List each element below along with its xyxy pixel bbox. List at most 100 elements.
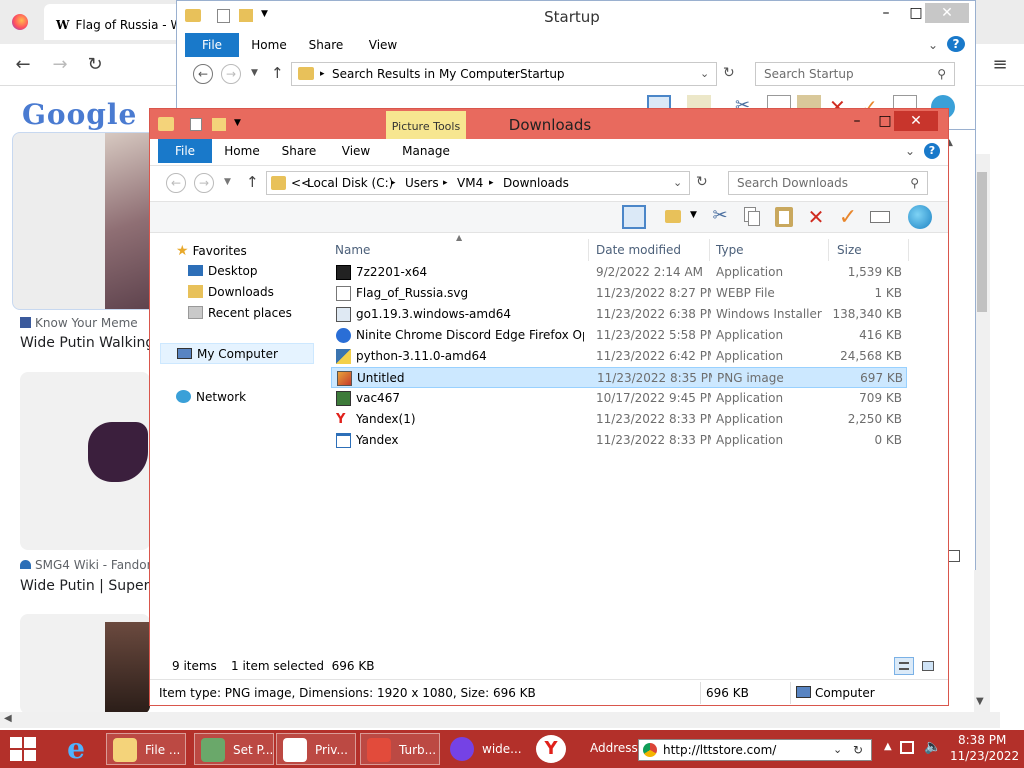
tab-share[interactable]: Share bbox=[274, 139, 324, 163]
tab-file[interactable]: File bbox=[185, 33, 239, 57]
result-title[interactable]: Wide Putin | SuperM bbox=[20, 578, 161, 594]
image-result-card[interactable] bbox=[20, 372, 150, 550]
paste-icon[interactable] bbox=[772, 205, 796, 229]
close-button[interactable]: ✕ bbox=[894, 111, 938, 131]
file-row[interactable]: go1.19.3.windows-amd64 11/23/2022 6:38 PM… bbox=[331, 304, 907, 325]
back-icon[interactable]: ← bbox=[8, 50, 38, 80]
menu-icon[interactable]: ≡ bbox=[985, 50, 1015, 80]
nav-item-my-computer[interactable]: My Computer bbox=[160, 343, 314, 364]
startup-search-input[interactable]: Search Startup ⚲ bbox=[755, 62, 955, 86]
up-icon[interactable]: ↑ bbox=[246, 173, 259, 191]
scroll-down-icon[interactable]: ▼ bbox=[976, 696, 984, 707]
downloads-titlebar[interactable]: ▼ Picture Tools Downloads – □ ✕ bbox=[150, 109, 948, 141]
copy-icon[interactable] bbox=[740, 205, 764, 229]
column-date-modified[interactable]: Date modified bbox=[596, 243, 681, 257]
nav-item-downloads[interactable]: Downloads bbox=[188, 285, 274, 299]
file-row[interactable]: Yandex 11/23/2022 8:33 PM Application 0 KB bbox=[331, 430, 907, 451]
close-button[interactable]: ✕ bbox=[925, 3, 969, 23]
refresh-icon[interactable]: ↻ bbox=[696, 174, 708, 190]
forward-icon[interactable]: → bbox=[45, 50, 75, 80]
folder-options-icon[interactable] bbox=[662, 205, 686, 229]
address-dropdown-icon[interactable]: ⌄ bbox=[700, 63, 709, 85]
globe-icon[interactable] bbox=[908, 205, 932, 229]
network-tray-icon[interactable] bbox=[900, 741, 914, 754]
taskbar-button[interactable]: Set P... bbox=[194, 733, 274, 765]
horizontal-scrollbar[interactable]: ◀ bbox=[0, 712, 1000, 728]
image-result-card[interactable] bbox=[12, 132, 167, 310]
breadcrumb-item[interactable]: Downloads bbox=[503, 172, 569, 194]
scroll-left-icon[interactable]: ◀ bbox=[4, 713, 12, 724]
file-row[interactable]: Untitled 11/23/2022 8:35 PM PNG image 697 K… bbox=[331, 367, 907, 388]
refresh-icon[interactable]: ↻ bbox=[853, 740, 863, 760]
nav-favorites[interactable]: ★ Favorites bbox=[176, 243, 247, 259]
volume-icon[interactable]: 🔈 bbox=[924, 739, 941, 755]
tab-home[interactable]: Home bbox=[216, 139, 268, 163]
tray-overflow-icon[interactable]: ▲ bbox=[884, 741, 892, 752]
file-row[interactable]: 7z2201-x64 9/2/2022 2:14 AM Application 1,5… bbox=[331, 262, 907, 283]
ribbon-expand-icon[interactable]: ⌄ bbox=[921, 33, 945, 57]
yandex-icon[interactable]: Y bbox=[536, 735, 566, 763]
breadcrumb-item[interactable]: Search Results in My Computer bbox=[332, 63, 520, 85]
nav-item-network[interactable]: Network bbox=[176, 390, 246, 404]
reload-icon[interactable]: ↻ bbox=[80, 50, 110, 80]
back-icon[interactable]: ← bbox=[166, 173, 186, 193]
taskbar-button[interactable]: File ... bbox=[106, 733, 186, 765]
preview-pane-icon[interactable] bbox=[622, 205, 646, 229]
scroll-thumb[interactable] bbox=[977, 172, 987, 312]
breadcrumb-item[interactable]: VM4 bbox=[457, 172, 483, 194]
rename-icon[interactable] bbox=[868, 205, 892, 229]
file-row[interactable]: Ninite Chrome Discord Edge Firefox Oper.… bbox=[331, 325, 907, 346]
clock-time[interactable]: 8:38 PM bbox=[958, 733, 1006, 747]
tab-share[interactable]: Share bbox=[301, 33, 351, 57]
tab-file[interactable]: File bbox=[158, 139, 212, 163]
refresh-icon[interactable]: ↻ bbox=[723, 65, 735, 81]
recent-dropdown-icon[interactable]: ▼ bbox=[251, 68, 258, 78]
delete-icon[interactable]: ✕ bbox=[804, 205, 828, 229]
clock-date[interactable]: 11/23/2022 bbox=[950, 749, 1019, 763]
taskbar-button[interactable]: Turb... bbox=[360, 733, 440, 765]
tab-manage[interactable]: Manage bbox=[390, 139, 462, 163]
browser-tab[interactable]: W Flag of Russia - Wi bbox=[44, 4, 184, 40]
tab-home[interactable]: Home bbox=[243, 33, 295, 57]
search-icon[interactable]: ⚲ bbox=[910, 172, 919, 194]
checkmark-icon[interactable]: ✓ bbox=[836, 205, 860, 230]
startup-titlebar[interactable]: ▼ Startup – □ ✕ bbox=[177, 1, 975, 33]
ribbon-expand-icon[interactable]: ⌄ bbox=[898, 139, 922, 163]
search-icon[interactable]: ⚲ bbox=[937, 63, 946, 85]
taskbar-address-input[interactable]: http://lttstore.com/ ⌄ ↻ bbox=[638, 739, 872, 761]
file-row[interactable]: Flag_of_Russia.svg 11/23/2022 8:27 PM WEBP… bbox=[331, 283, 907, 304]
downloads-search-input[interactable]: Search Downloads ⚲ bbox=[728, 171, 928, 195]
internet-explorer-icon[interactable]: e bbox=[60, 734, 92, 764]
file-row[interactable]: vac467 10/17/2022 9:45 PM Application 709 K… bbox=[331, 388, 907, 409]
cut-icon[interactable]: ✂ bbox=[708, 205, 732, 229]
breadcrumb-item[interactable]: Local Disk (C:) bbox=[307, 172, 393, 194]
recent-dropdown-icon[interactable]: ▼ bbox=[224, 177, 231, 187]
large-icons-view-button[interactable] bbox=[918, 657, 938, 675]
up-icon[interactable]: ↑ bbox=[271, 64, 284, 82]
nav-item-recent-places[interactable]: Recent places bbox=[188, 306, 292, 320]
column-type[interactable]: Type bbox=[716, 243, 744, 257]
result-title[interactable]: Wide Putin Walking bbox=[20, 335, 154, 351]
downloads-address-bar[interactable]: << Local Disk (C:) ▸ Users ▸ VM4 ▸ Downl… bbox=[266, 171, 690, 195]
image-result-card[interactable] bbox=[20, 614, 150, 714]
nav-item-desktop[interactable]: Desktop bbox=[188, 264, 258, 278]
taskbar-button[interactable]: Priv... bbox=[276, 733, 356, 765]
tab-view[interactable]: View bbox=[359, 33, 407, 57]
start-button[interactable] bbox=[10, 737, 36, 761]
breadcrumb-item[interactable]: Startup bbox=[520, 63, 565, 85]
forward-icon[interactable]: → bbox=[194, 173, 214, 193]
browser-scrollbar[interactable]: ▼ bbox=[974, 154, 990, 714]
column-name[interactable]: Name bbox=[335, 243, 370, 257]
startup-address-bar[interactable]: ▸ Search Results in My Computer ▸ Startu… bbox=[291, 62, 717, 86]
forward-icon[interactable]: → bbox=[221, 64, 241, 84]
firefox-icon[interactable] bbox=[12, 14, 28, 30]
details-view-button[interactable] bbox=[894, 657, 914, 675]
tab-view[interactable]: View bbox=[332, 139, 380, 163]
address-dropdown-icon[interactable]: ⌄ bbox=[673, 172, 682, 194]
back-icon[interactable]: ← bbox=[193, 64, 213, 84]
column-size[interactable]: Size bbox=[837, 243, 862, 257]
downloads-explorer-window[interactable]: ▼ Picture Tools Downloads – □ ✕ File Hom… bbox=[149, 108, 949, 706]
help-icon[interactable]: ? bbox=[947, 36, 965, 52]
breadcrumb-item[interactable]: Users bbox=[405, 172, 439, 194]
file-row[interactable]: python-3.11.0-amd64 11/23/2022 6:42 PM App… bbox=[331, 346, 907, 367]
